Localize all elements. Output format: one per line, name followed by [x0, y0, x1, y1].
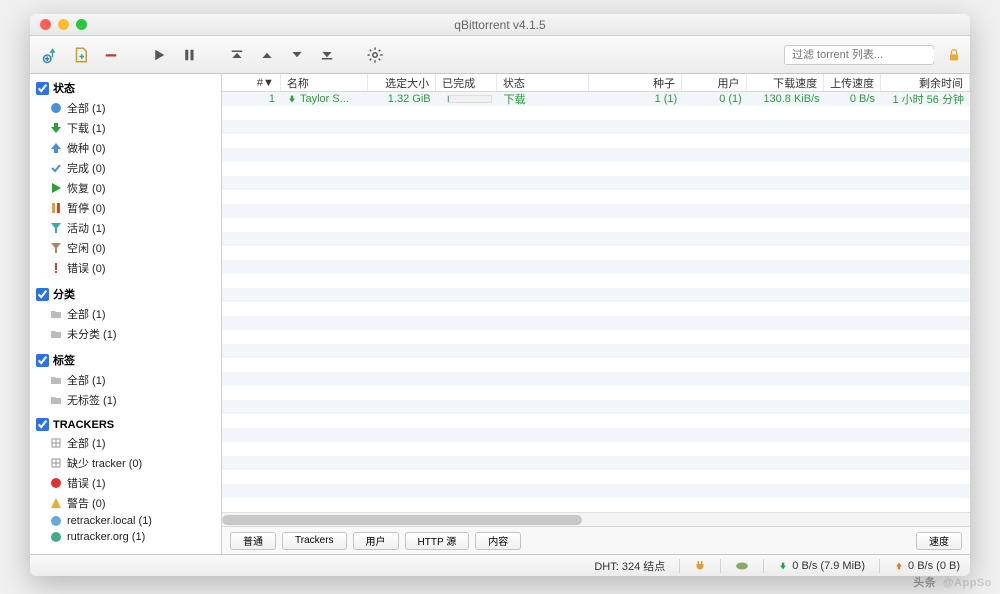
arrow-down-icon — [778, 561, 788, 571]
lock-icon[interactable] — [946, 47, 962, 63]
sidebar-item[interactable]: 空闲 (0) — [30, 238, 221, 258]
group-checkbox[interactable] — [36, 354, 49, 367]
progress-bar — [447, 95, 492, 103]
globe-green-icon — [50, 531, 62, 543]
warn-yellow-icon — [50, 497, 62, 509]
col-dl[interactable]: 下载速度 — [747, 74, 825, 91]
col-seed[interactable]: 种子 — [589, 74, 682, 91]
status-download: 0 B/s (7.9 MiB) — [778, 560, 865, 572]
detail-tabs: 普通 Trackers 用户 HTTP 源内容 速度 — [222, 526, 970, 554]
col-peer[interactable]: 用户 — [682, 74, 747, 91]
col-done[interactable]: 已完成 — [436, 74, 497, 91]
col-eta[interactable]: 剩余时间 — [881, 74, 970, 91]
tab-speed[interactable]: 速度 — [916, 532, 962, 550]
sidebar-group-header[interactable]: 标签 — [30, 350, 221, 370]
funnel-teal-icon — [50, 222, 62, 234]
tracker-icon — [50, 437, 62, 449]
titlebar: qBittorrent v4.1.5 — [30, 14, 970, 36]
move-top-button[interactable] — [224, 42, 250, 68]
move-up-button[interactable] — [254, 42, 280, 68]
sidebar-item[interactable]: rutracker.org (1) — [30, 529, 221, 545]
arrow-down-green-icon — [50, 122, 62, 134]
folder-icon — [50, 308, 62, 320]
arrow-down-icon — [287, 94, 297, 104]
funnel-brown-icon — [50, 242, 62, 254]
folder-icon — [50, 328, 62, 340]
app-window: qBittorrent v4.1.5 状态全部 (1)下载 (1)做种 (0)完… — [30, 14, 970, 576]
tab-内容[interactable]: 内容 — [475, 532, 521, 550]
table-row[interactable]: 1 Taylor S... 1.32 GiB 下载 1 (1) 0 (1) 13… — [222, 92, 970, 106]
sidebar-item[interactable]: 错误 (0) — [30, 258, 221, 278]
sidebar-item[interactable]: 完成 (0) — [30, 158, 221, 178]
search-input[interactable] — [784, 45, 934, 65]
sidebar-item[interactable]: 全部 (1) — [30, 433, 221, 453]
add-link-button[interactable] — [38, 42, 64, 68]
sidebar-item[interactable]: 下载 (1) — [30, 118, 221, 138]
tab-用户[interactable]: 用户 — [353, 532, 399, 550]
close-icon[interactable] — [40, 19, 51, 30]
main-panel: # ▼ 名称 选定大小 已完成 状态 种子 用户 下载速度 上传速度 剩余时间 … — [222, 74, 970, 554]
window-title: qBittorrent v4.1.5 — [30, 18, 970, 32]
warn-red-icon — [50, 262, 62, 274]
minimize-icon[interactable] — [58, 19, 69, 30]
pause-button[interactable] — [176, 42, 202, 68]
sidebar-item[interactable]: 缺少 tracker (0) — [30, 453, 221, 473]
statusbar: DHT: 324 结点 0 B/s (7.9 MiB) 0 B/s (0 B) — [30, 554, 970, 576]
sidebar-group-header[interactable]: 状态 — [30, 78, 221, 98]
globe-icon — [50, 515, 62, 527]
group-checkbox[interactable] — [36, 418, 49, 431]
circle-blue-icon — [50, 102, 62, 114]
err-red-icon — [50, 477, 62, 489]
move-bottom-button[interactable] — [314, 42, 340, 68]
table-header: # ▼ 名称 选定大小 已完成 状态 种子 用户 下载速度 上传速度 剩余时间 — [222, 74, 970, 92]
table-body[interactable]: 1 Taylor S... 1.32 GiB 下载 1 (1) 0 (1) 13… — [222, 92, 970, 512]
sidebar-item[interactable]: 全部 (1) — [30, 370, 221, 390]
col-ul[interactable]: 上传速度 — [824, 74, 881, 91]
check-blue-icon — [50, 162, 62, 174]
col-num[interactable]: # ▼ — [222, 74, 281, 91]
add-file-button[interactable] — [68, 42, 94, 68]
sidebar-item[interactable]: 无标签 (1) — [30, 390, 221, 410]
col-name[interactable]: 名称 — [281, 74, 368, 91]
watermark: 头条 @AppSo — [913, 566, 992, 592]
resume-button[interactable] — [146, 42, 172, 68]
status-dht: DHT: 324 结点 — [594, 558, 665, 574]
col-size[interactable]: 选定大小 — [368, 74, 436, 91]
folder-icon — [50, 374, 62, 386]
maximize-icon[interactable] — [76, 19, 87, 30]
play-green-icon — [50, 182, 62, 194]
remove-button[interactable] — [98, 42, 124, 68]
sidebar-item[interactable]: 暂停 (0) — [30, 198, 221, 218]
sidebar-item[interactable]: 做种 (0) — [30, 138, 221, 158]
sidebar-item[interactable]: 错误 (1) — [30, 473, 221, 493]
sidebar: 状态全部 (1)下载 (1)做种 (0)完成 (0)恢复 (0)暂停 (0)活动… — [30, 74, 222, 554]
arrow-up-icon — [894, 561, 904, 571]
sidebar-item[interactable]: retracker.local (1) — [30, 513, 221, 529]
arrow-up-blue-icon — [50, 142, 62, 154]
tab-Trackers[interactable]: Trackers — [282, 532, 347, 550]
sidebar-group-header[interactable]: TRACKERS — [30, 416, 221, 433]
sidebar-item[interactable]: 警告 (0) — [30, 493, 221, 513]
sidebar-group-header[interactable]: 分类 — [30, 284, 221, 304]
folder-icon — [50, 394, 62, 406]
group-checkbox[interactable] — [36, 82, 49, 95]
move-down-button[interactable] — [284, 42, 310, 68]
sidebar-item[interactable]: 全部 (1) — [30, 304, 221, 324]
tab-HTTP 源[interactable]: HTTP 源 — [405, 532, 470, 550]
tab-普通[interactable]: 普通 — [230, 532, 276, 550]
tracker-icon — [50, 457, 62, 469]
sidebar-item[interactable]: 全部 (1) — [30, 98, 221, 118]
sidebar-item[interactable]: 活动 (1) — [30, 218, 221, 238]
group-checkbox[interactable] — [36, 288, 49, 301]
settings-button[interactable] — [362, 42, 388, 68]
sidebar-item[interactable]: 恢复 (0) — [30, 178, 221, 198]
horizontal-scrollbar[interactable] — [222, 512, 970, 526]
pause-icon — [50, 202, 62, 214]
globe-icon[interactable] — [735, 561, 749, 571]
plug-icon[interactable] — [694, 560, 706, 572]
toolbar — [30, 36, 970, 74]
sidebar-item[interactable]: 未分类 (1) — [30, 324, 221, 344]
col-status[interactable]: 状态 — [497, 74, 590, 91]
